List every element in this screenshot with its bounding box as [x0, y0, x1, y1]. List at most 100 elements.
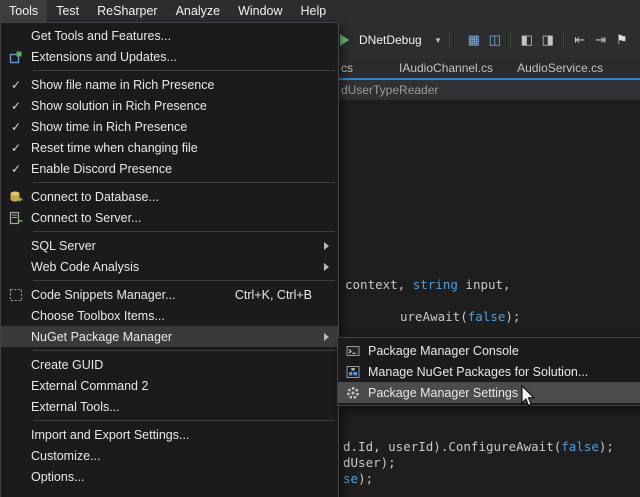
menu-item-label: Get Tools and Features... — [31, 29, 171, 43]
menu-item-connect-to-database[interactable]: Connect to Database... — [1, 186, 338, 207]
decrease-indent-icon[interactable]: ⇤ — [569, 32, 590, 48]
menu-item-reset-time-when-changing-file[interactable]: ✓Reset time when changing file — [1, 137, 338, 158]
menu-item-label: Show solution in Rich Presence — [31, 99, 207, 113]
quick-launch-icon[interactable]: ◫ — [484, 32, 505, 48]
submenu-arrow-icon — [324, 242, 329, 250]
menu-item-label: Manage NuGet Packages for Solution... — [368, 365, 588, 379]
menu-bar: ToolsTestReSharperAnalyzeWindowHelp — [0, 0, 640, 22]
submenu-arrow-icon — [324, 263, 329, 271]
snippets-icon — [1, 288, 31, 302]
debug-target-label: DNetDebug — [359, 33, 422, 47]
menu-separator — [33, 231, 335, 232]
menu-separator — [33, 350, 335, 351]
tab-iaudiochannel-cs[interactable]: IAudioChannel.cs — [387, 58, 505, 78]
console-icon — [338, 344, 368, 358]
check-icon: ✓ — [1, 141, 31, 155]
tab-cs[interactable]: cs — [337, 58, 387, 78]
increase-indent-icon[interactable]: ⇥ — [590, 32, 611, 48]
menu-item-label: Options... — [31, 470, 85, 484]
menubar-item-tools[interactable]: Tools — [0, 0, 47, 22]
toolbar-separator — [449, 32, 450, 48]
menu-item-shortcut: Ctrl+K, Ctrl+B — [235, 288, 338, 302]
menu-item-label: Show file name in Rich Presence — [31, 78, 214, 92]
menu-item-show-time-in-rich-presence[interactable]: ✓Show time in Rich Presence — [1, 116, 338, 137]
menu-item-external-command-2[interactable]: External Command 2 — [1, 375, 338, 396]
menu-item-label: NuGet Package Manager — [31, 330, 172, 344]
menubar-item-help[interactable]: Help — [292, 0, 336, 22]
nuget-submenu: Package Manager Console Manage NuGet Pack… — [337, 337, 640, 406]
menu-item-create-guid[interactable]: Create GUID — [1, 354, 338, 375]
breadcrumb[interactable]: dUserTypeReader — [341, 83, 438, 97]
menu-item-options[interactable]: Options... — [1, 466, 338, 487]
navigate-forward-icon[interactable]: ◨ — [537, 32, 558, 48]
vs-window: ToolsTestReSharperAnalyzeWindowHelp DNet… — [0, 0, 640, 497]
menu-item-label: Show time in Rich Presence — [31, 120, 187, 134]
menu-item-label: Extensions and Updates... — [31, 50, 177, 64]
menu-item-nuget-package-manager[interactable]: NuGet Package Manager — [1, 326, 338, 347]
menu-item-label: Connect to Database... — [31, 190, 159, 204]
menubar-item-window[interactable]: Window — [229, 0, 291, 22]
toolbar-group: DNetDebug ▾ ▦◫ ◧◨ ⇤⇥⚑ — [340, 22, 632, 58]
menu-item-label: Connect to Server... — [31, 211, 141, 225]
chevron-down-icon: ▾ — [436, 35, 441, 46]
gear-icon — [338, 386, 368, 400]
toolbar-icons: ▦◫ ◧◨ ⇤⇥⚑ — [463, 32, 632, 48]
menu-separator — [33, 280, 335, 281]
menu-item-label: Create GUID — [31, 358, 103, 372]
menu-item-manage-nuget-packages-for-solution[interactable]: Manage NuGet Packages for Solution... — [338, 361, 640, 382]
menu-item-web-code-analysis[interactable]: Web Code Analysis — [1, 256, 338, 277]
tab-label: IAudioChannel.cs — [399, 61, 493, 75]
menu-item-get-tools-and-features[interactable]: Get Tools and Features... — [1, 25, 338, 46]
check-icon: ✓ — [1, 78, 31, 92]
tab-label: AudioService.cs — [517, 61, 603, 75]
menu-item-external-tools[interactable]: External Tools... — [1, 396, 338, 417]
manage-packages-icon — [338, 365, 368, 379]
menu-item-label: Choose Toolbox Items... — [31, 309, 165, 323]
menu-item-label: External Command 2 — [31, 379, 148, 393]
menu-item-import-and-export-settings[interactable]: Import and Export Settings... — [1, 424, 338, 445]
tab-label: cs — [341, 61, 353, 75]
menu-item-code-snippets-manager[interactable]: Code Snippets Manager... Ctrl+K, Ctrl+B — [1, 284, 338, 305]
tab-audioservice-cs[interactable]: AudioService.cs — [505, 58, 615, 78]
toolbar-separator — [510, 32, 511, 48]
menu-item-label: Code Snippets Manager... — [31, 288, 176, 302]
menu-item-enable-discord-presence[interactable]: ✓Enable Discord Presence — [1, 158, 338, 179]
menu-item-label: External Tools... — [31, 400, 120, 414]
submenu-arrow-icon — [324, 333, 329, 341]
menu-item-label: Customize... — [31, 449, 100, 463]
menu-item-package-manager-console[interactable]: Package Manager Console — [338, 340, 640, 361]
extensions-icon — [1, 50, 31, 64]
menu-item-label: Import and Export Settings... — [31, 428, 189, 442]
menu-item-package-manager-settings[interactable]: Package Manager Settings — [338, 382, 640, 403]
check-icon: ✓ — [1, 99, 31, 113]
menubar-item-test[interactable]: Test — [47, 0, 88, 22]
menu-item-extensions-and-updates[interactable]: Extensions and Updates... — [1, 46, 338, 67]
menu-item-label: Enable Discord Presence — [31, 162, 172, 176]
attach-to-process-icon[interactable]: ▦ — [463, 32, 484, 48]
menu-item-sql-server[interactable]: SQL Server — [1, 235, 338, 256]
menubar-item-resharper[interactable]: ReSharper — [88, 0, 166, 22]
bookmark-icon[interactable]: ⚑ — [611, 32, 632, 48]
check-icon: ✓ — [1, 120, 31, 134]
menu-item-label: Reset time when changing file — [31, 141, 198, 155]
navigate-back-icon[interactable]: ◧ — [516, 32, 537, 48]
menu-item-customize[interactable]: Customize... — [1, 445, 338, 466]
menu-item-label: Web Code Analysis — [31, 260, 139, 274]
toolbar-separator — [563, 32, 564, 48]
menu-item-show-solution-in-rich-presence[interactable]: ✓Show solution in Rich Presence — [1, 95, 338, 116]
start-debug-icon[interactable] — [340, 34, 349, 46]
menu-item-connect-to-server[interactable]: Connect to Server... — [1, 207, 338, 228]
menu-item-label: Package Manager Settings — [368, 386, 518, 400]
menu-item-choose-toolbox-items[interactable]: Choose Toolbox Items... — [1, 305, 338, 326]
menu-separator — [33, 182, 335, 183]
database-icon — [1, 190, 31, 204]
debug-target-dropdown[interactable]: DNetDebug ▾ — [355, 31, 444, 49]
tools-menu: Get Tools and Features... Extensions and … — [0, 22, 339, 497]
menubar-item-analyze[interactable]: Analyze — [167, 0, 229, 22]
tab-strip-tabs: cs IAudioChannel.cs AudioService.cs — [337, 58, 615, 78]
menu-separator — [33, 420, 335, 421]
check-icon: ✓ — [1, 162, 31, 176]
menu-item-label: SQL Server — [31, 239, 96, 253]
menu-item-show-file-name-in-rich-presence[interactable]: ✓Show file name in Rich Presence — [1, 74, 338, 95]
server-icon — [1, 211, 31, 225]
